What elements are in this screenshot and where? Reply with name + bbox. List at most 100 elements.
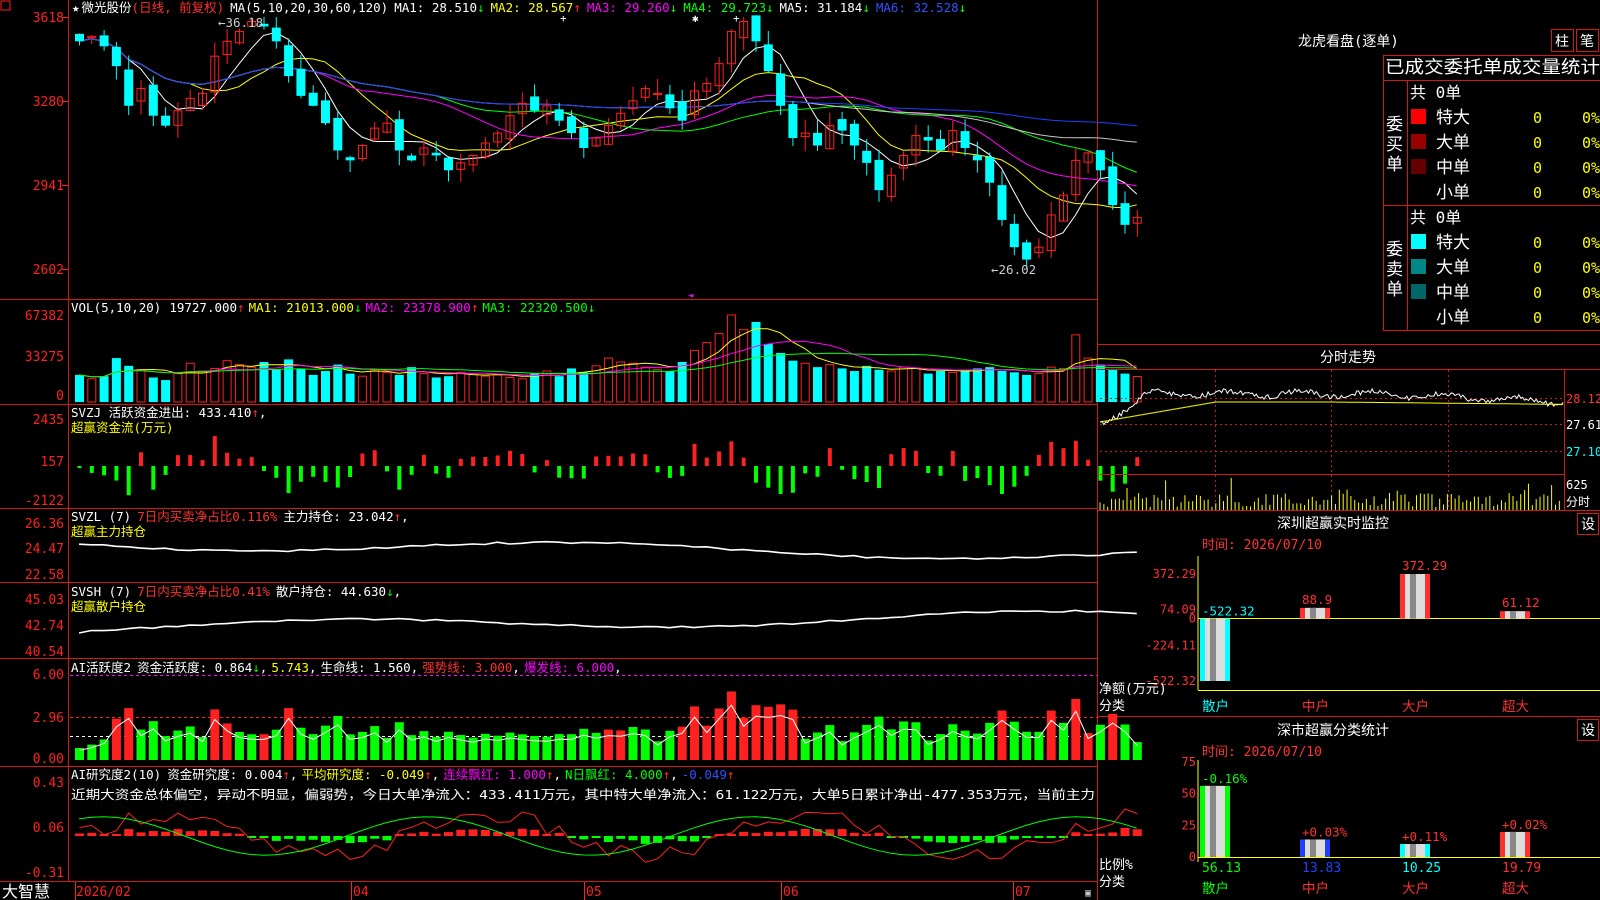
activity-bar [530,735,540,760]
order-type-label: 大单 [1436,133,1470,153]
volume-bar [1108,369,1118,402]
research-bar [1034,836,1044,838]
order-pct: 0% [1582,234,1600,252]
brand-logo: 大智慧 [2,882,50,900]
volume-bar [530,373,540,402]
ai-research-panel[interactable] [75,808,1142,863]
candle-body [874,159,884,191]
intraday-price-label: 27.10 [1566,445,1600,459]
lock-icon[interactable]: ▣ [1085,888,1091,899]
research-bar [111,834,121,836]
svsh-tick: 40.54 [25,645,64,660]
candle-body [284,45,294,77]
svzl-header: SVZL (7) 7日内买卖净占比0.116% 主力持仓: 23.042↑, [71,509,409,524]
research-bar [960,836,970,842]
legend-swatch [1411,159,1426,174]
order-type-label: 特大 [1436,108,1470,128]
research-bar [148,831,158,836]
axis-label: 分类 [1099,699,1125,714]
candle-body [99,35,109,47]
ma-label: MA(5,10,20,30,60,120) [230,0,388,15]
candle-body [530,96,540,111]
axis-label: 比例% [1099,858,1133,873]
flow-bar [274,466,279,478]
flow-bar [901,448,906,466]
flow-bar [286,466,291,494]
svzl-tick: 24.47 [25,542,64,557]
flow-bar [815,466,820,477]
activity-bar [751,705,761,760]
event-marker-icon[interactable]: + [560,12,567,25]
svzl-y-axis: 26.36 24.47 22.58 [25,517,64,583]
change-label: +0.03% [1302,824,1348,839]
volume-bar [640,366,650,403]
legend-swatch [1411,284,1426,299]
event-marker-icon[interactable]: + [733,12,740,25]
svsh-tick: 42.74 [25,619,64,634]
flow-bar [102,466,107,476]
activity-bar [198,737,207,760]
candle-body [407,155,417,161]
order-count: 0 [1533,309,1542,327]
volume-bar [837,368,847,402]
svzj-panel[interactable] [77,436,1140,496]
axis-label: 分类 [1099,875,1125,890]
volume-bar [665,371,675,402]
high-marker: ←36.18 [218,15,263,30]
order-pct: 0% [1582,109,1600,127]
flow-bar [729,441,734,466]
order-count: 0 [1533,134,1542,152]
sz-monitor-chart: 372.2974.090-224.11-522.32-522.32散户88.9中… [1145,556,1600,715]
ma3-value: MA3: 29.260 [587,0,670,15]
activity-bar [1108,713,1118,760]
activity-bar [874,716,884,760]
flow-bar [864,466,869,483]
vertical-group-label: 单 [1386,155,1403,175]
candle-body [813,132,822,146]
flow-bar [680,466,685,476]
research-bar [751,833,761,836]
order-pct: 0% [1582,134,1600,152]
event-marker-icon[interactable]: ✱ [692,12,699,25]
volume-bar [75,374,84,402]
x-tick-label: 04 [353,885,369,900]
flow-bar [471,456,476,466]
research-bar [1009,836,1019,840]
candle-body [1009,223,1019,248]
research-bar [923,836,933,842]
candle-body [862,150,872,163]
candle-body [431,152,441,156]
intraday-vol-label2: 分时 [1566,495,1590,509]
volume-bar [813,367,822,402]
price-tick: 2941 [33,179,64,194]
research-bar [1132,829,1142,836]
corner-icon[interactable] [0,0,11,11]
flow-bar [594,456,599,466]
volume-bar [136,369,146,403]
ai-activity-panel[interactable] [70,675,1142,761]
x-tick-label: 2026/02 [76,885,131,900]
research-bar [726,834,736,836]
flow-bar [1036,454,1041,466]
research-bar [739,831,749,836]
ma4-line [78,38,1137,173]
order-pct: 0% [1582,159,1600,177]
research-bar [628,836,638,841]
flow-bar [311,466,316,477]
svzl-panel[interactable] [78,540,1137,560]
res-header: AI研究度2(10) 资金研究度: 0.004↑, 平均研究度: -0.049↑, 连… [71,767,734,782]
svsh-panel[interactable] [78,609,1137,634]
research-bar [616,836,626,839]
price-panel[interactable] [75,15,1142,269]
volume-panel[interactable] [75,314,1142,403]
category-label: 超大 [1502,699,1529,715]
research-bar [1108,832,1118,836]
volume-bar [923,373,933,402]
volume-bar [247,366,257,403]
research-bar [87,832,97,836]
research-bar [1022,836,1032,838]
flow-bar [237,458,242,466]
research-bar [554,832,564,836]
flow-bar [631,453,635,466]
research-bar [321,836,330,842]
